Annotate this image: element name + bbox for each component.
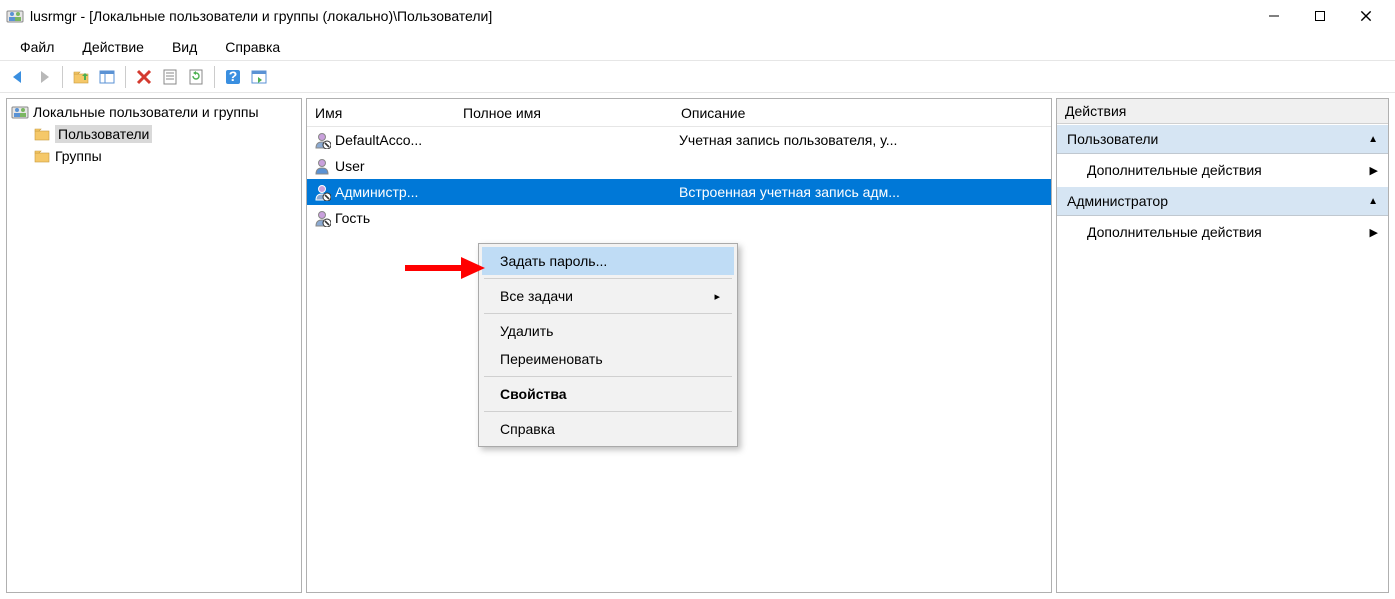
user-disabled-icon bbox=[313, 131, 331, 149]
users-groups-icon bbox=[11, 103, 29, 121]
menu-file[interactable]: Файл bbox=[6, 35, 68, 59]
context-separator bbox=[484, 278, 732, 279]
annotation-arrow-icon bbox=[405, 255, 485, 281]
help-button[interactable]: ? bbox=[221, 65, 245, 89]
refresh-button[interactable] bbox=[184, 65, 208, 89]
properties-button[interactable] bbox=[158, 65, 182, 89]
context-separator bbox=[484, 313, 732, 314]
list-row-defaultaccount[interactable]: DefaultAcco... Учетная запись пользовате… bbox=[307, 127, 1051, 153]
up-button[interactable] bbox=[69, 65, 93, 89]
collapse-up-icon: ▲ bbox=[1368, 196, 1378, 207]
context-delete[interactable]: Удалить bbox=[482, 317, 734, 345]
collapse-up-icon: ▲ bbox=[1368, 134, 1378, 145]
cell-description: Встроенная учетная запись адм... bbox=[679, 184, 900, 200]
chevron-right-icon: ▸ bbox=[714, 290, 720, 303]
menu-help[interactable]: Справка bbox=[211, 35, 294, 59]
context-rename[interactable]: Переименовать bbox=[482, 345, 734, 373]
context-all-tasks-label: Все задачи bbox=[500, 288, 573, 304]
action-more-users-label: Дополнительные действия bbox=[1087, 162, 1262, 178]
list-row-administrator[interactable]: Администр... Встроенная учетная запись а… bbox=[307, 179, 1051, 205]
delete-button[interactable] bbox=[132, 65, 156, 89]
forward-button[interactable] bbox=[32, 65, 56, 89]
show-hide-action-pane-button[interactable] bbox=[247, 65, 271, 89]
column-header-name[interactable]: Имя bbox=[307, 99, 455, 126]
actions-pane-header: Действия bbox=[1057, 99, 1388, 124]
tree-item-groups[interactable]: Группы bbox=[9, 145, 299, 167]
context-delete-label: Удалить bbox=[500, 323, 553, 339]
user-disabled-icon bbox=[313, 183, 331, 201]
context-help[interactable]: Справка bbox=[482, 415, 734, 443]
context-help-label: Справка bbox=[500, 421, 555, 437]
menu-action[interactable]: Действие bbox=[68, 35, 158, 59]
context-all-tasks[interactable]: Все задачи ▸ bbox=[482, 282, 734, 310]
window-titlebar: lusrmgr - [Локальные пользователи и груп… bbox=[0, 0, 1395, 32]
action-more-admin-label: Дополнительные действия bbox=[1087, 224, 1262, 240]
window-title: lusrmgr - [Локальные пользователи и груп… bbox=[30, 8, 492, 24]
show-hide-tree-button[interactable] bbox=[95, 65, 119, 89]
tree-item-users[interactable]: Пользователи bbox=[9, 123, 299, 145]
action-more-admin[interactable]: Дополнительные действия ▶ bbox=[1057, 216, 1388, 248]
action-more-users[interactable]: Дополнительные действия ▶ bbox=[1057, 154, 1388, 186]
action-group-users[interactable]: Пользователи ▲ bbox=[1057, 124, 1388, 154]
cell-name: DefaultAcco... bbox=[335, 132, 422, 148]
cell-description: нная учетная запись для ... bbox=[679, 210, 1051, 226]
maximize-button[interactable] bbox=[1297, 1, 1343, 31]
list-row-guest[interactable]: Гость нная учетная запись для ... bbox=[307, 205, 1051, 231]
column-header-description[interactable]: Описание bbox=[673, 99, 1051, 126]
chevron-right-icon: ▶ bbox=[1370, 164, 1378, 177]
action-group-admin-label: Администратор bbox=[1067, 193, 1168, 209]
menu-bar: Файл Действие Вид Справка bbox=[0, 32, 1395, 60]
tree-root-label: Локальные пользователи и группы bbox=[33, 104, 259, 120]
tree-groups-label: Группы bbox=[55, 148, 102, 164]
list-row-user[interactable]: User bbox=[307, 153, 1051, 179]
column-header-fullname[interactable]: Полное имя bbox=[455, 99, 673, 126]
toolbar: ? bbox=[0, 62, 1395, 92]
context-set-password-label: Задать пароль... bbox=[500, 253, 607, 269]
tree-root[interactable]: Локальные пользователи и группы bbox=[9, 101, 299, 123]
user-icon bbox=[313, 157, 331, 175]
tree-pane: Локальные пользователи и группы Пользова… bbox=[6, 98, 302, 593]
minimize-button[interactable] bbox=[1251, 1, 1297, 31]
tree-users-label: Пользователи bbox=[55, 125, 152, 143]
cell-description: Учетная запись пользователя, у... bbox=[679, 132, 897, 148]
context-menu: Задать пароль... Все задачи ▸ Удалить Пе… bbox=[478, 243, 738, 447]
action-group-users-label: Пользователи bbox=[1067, 131, 1158, 147]
folder-icon bbox=[33, 147, 51, 165]
chevron-right-icon: ▶ bbox=[1370, 226, 1378, 239]
svg-text:?: ? bbox=[229, 68, 238, 84]
context-separator bbox=[484, 411, 732, 412]
list-header: Имя Полное имя Описание bbox=[307, 99, 1051, 127]
context-properties[interactable]: Свойства bbox=[482, 380, 734, 408]
close-button[interactable] bbox=[1343, 1, 1389, 31]
cell-name: Гость bbox=[335, 210, 370, 226]
context-set-password[interactable]: Задать пароль... bbox=[482, 247, 734, 275]
context-rename-label: Переименовать bbox=[500, 351, 603, 367]
action-group-admin[interactable]: Администратор ▲ bbox=[1057, 186, 1388, 216]
actions-pane: Действия Пользователи ▲ Дополнительные д… bbox=[1056, 98, 1389, 593]
user-disabled-icon bbox=[313, 209, 331, 227]
menu-view[interactable]: Вид bbox=[158, 35, 211, 59]
cell-name: User bbox=[335, 158, 365, 174]
folder-icon bbox=[33, 125, 51, 143]
cell-name: Администр... bbox=[335, 184, 418, 200]
back-button[interactable] bbox=[6, 65, 30, 89]
app-icon bbox=[6, 7, 24, 25]
context-properties-label: Свойства bbox=[500, 386, 567, 402]
context-separator bbox=[484, 376, 732, 377]
